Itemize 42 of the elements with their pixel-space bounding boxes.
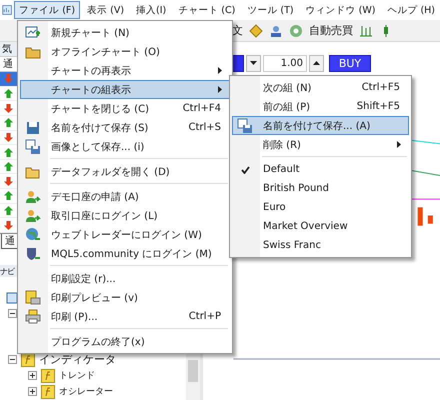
menu-item[interactable]: 印刷 (P)... Ctrl+P [20,307,230,326]
menu-item[interactable]: チャートを閉じる (C) Ctrl+F4 [20,99,230,118]
menu-item[interactable]: 新規チャート (N) [20,23,230,42]
buy-button[interactable]: BUY [329,54,371,72]
volume-field[interactable]: 1.00 [263,54,307,72]
menu-title[interactable]: ファイル (F) [14,1,80,19]
menu-item[interactable]: 画像として保存... (i) [20,137,230,156]
menu-item[interactable]: 取引口座にログイン (L) [20,206,230,225]
menu-item[interactable]: 削除 (R) [232,135,409,154]
menu-item[interactable]: 印刷設定 (r)... [20,269,230,288]
menu-title[interactable]: ヘルプ (H) [382,1,440,19]
menu-item[interactable]: 印刷プレビュー (v) [20,288,230,307]
menu-title[interactable]: 挿入(I) [131,1,172,19]
menu-item[interactable]: Market Overview [232,217,409,236]
column-header: 通 [3,58,13,71]
menu-item[interactable]: チャートの再表示 [20,61,230,80]
panel-title: ナビ [0,266,14,277]
toolbar-label[interactable]: 文 [232,23,243,38]
menu-item[interactable]: MQL5.community にログイン (M) [20,244,230,263]
menu-item[interactable]: データフォルダを開く (D) [20,162,230,181]
menu-item[interactable]: デモ口座の申請 (A) [20,187,230,206]
menu-title[interactable]: ウィンドウ (W) [300,1,380,19]
menu-title[interactable]: ツール (T) [242,1,299,19]
menu-title[interactable]: チャート (C) [173,1,240,19]
panel-title: 気 [2,43,12,56]
menu-item[interactable]: オフラインチャート (O) [20,42,230,61]
menu-item[interactable]: プログラムの終了(x) [20,332,230,351]
menu-item[interactable]: British Pound [232,179,409,198]
tree-item-label[interactable]: インディケータ [39,352,116,368]
menu-title[interactable]: 表示 (V) [82,1,130,19]
menu-item[interactable]: Euro [232,198,409,217]
menu-item[interactable]: チャートの組表示 [20,80,230,99]
menu-item[interactable]: 名前を付けて保存... (A) [232,116,409,135]
tree-item-label[interactable]: オシレーター [59,385,113,398]
menu-item[interactable]: Swiss Franc [232,236,409,255]
menu-item[interactable]: ウェブトレーダーにログイン (W) [20,225,230,244]
menu-item[interactable]: 名前を付けて保存 (S) Ctrl+S [20,118,230,137]
menu-item[interactable]: Default [232,160,409,179]
menu-item[interactable]: 次の組 (N) Ctrl+F5 [232,78,409,97]
menu-item[interactable]: 前の組 (P) Shift+F5 [232,97,409,116]
auto-trading-button[interactable]: 自動売買 [309,23,353,38]
tree-item-label[interactable]: トレンド [59,369,95,382]
